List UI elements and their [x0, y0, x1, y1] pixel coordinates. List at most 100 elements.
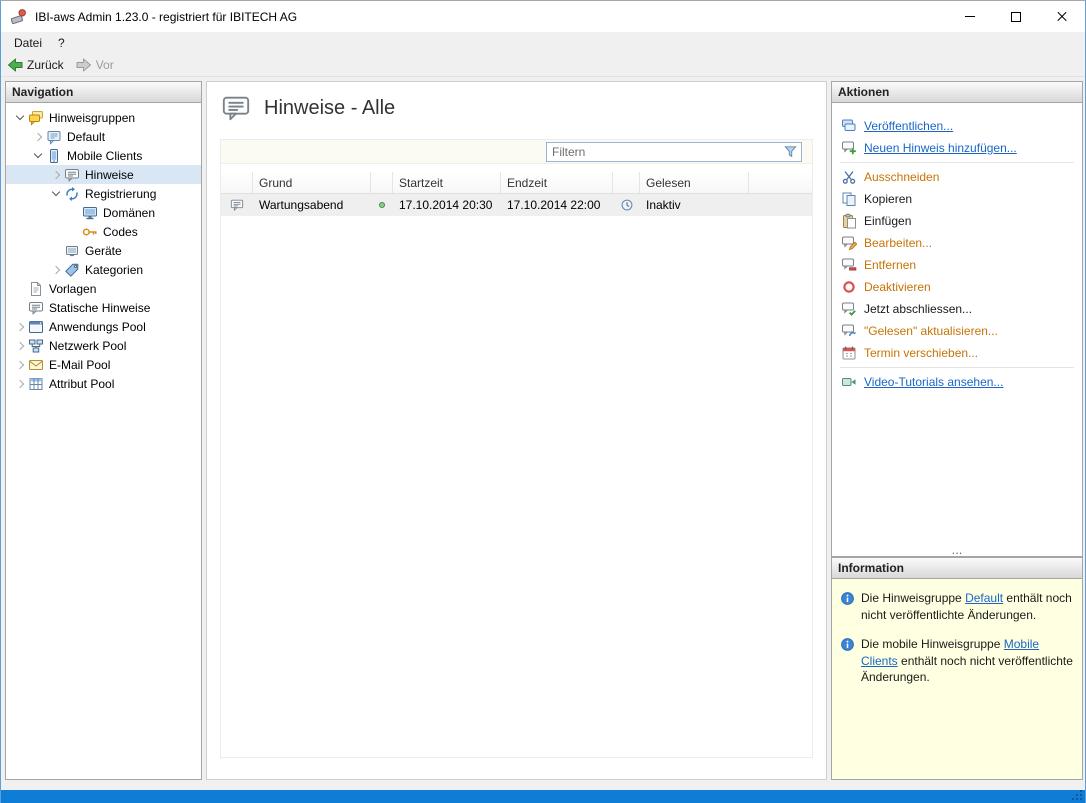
action-update-read[interactable]: "Gelesen" aktualisieren...	[832, 320, 1082, 342]
finish-now-icon	[841, 301, 857, 317]
back-button[interactable]: Zurück	[1, 54, 70, 76]
link-default-group[interactable]: Default	[965, 591, 1003, 605]
chevron-collapsed-icon[interactable]	[12, 319, 28, 335]
action-remove[interactable]: Entfernen	[832, 254, 1082, 276]
table-row-wartungsabend[interactable]: Wartungsabend 17.10.2014 20:30 17.10.201…	[221, 194, 812, 216]
row-type-cell	[221, 194, 253, 216]
tree-item-hinweise[interactable]: Hinweise	[6, 165, 201, 184]
action-add-hint[interactable]: Neuen Hinweis hinzufügen...	[832, 137, 1082, 159]
registration-sync-icon	[64, 186, 80, 202]
actions-header: Aktionen	[831, 81, 1083, 103]
navigation-header: Navigation	[5, 81, 202, 103]
panel-splitter[interactable]: ...	[832, 545, 1082, 555]
tree-item-email-pool[interactable]: E-Mail Pool	[6, 355, 201, 374]
actions-panel: Aktionen Veröffentlichen... Neuen Hinwei…	[831, 81, 1083, 557]
chevron-collapsed-icon[interactable]	[12, 357, 28, 373]
action-move-date[interactable]: Termin verschieben...	[832, 342, 1082, 364]
action-deactivate[interactable]: Deaktivieren	[832, 276, 1082, 298]
maximize-icon	[1011, 12, 1021, 22]
action-finish-now[interactable]: Jetzt abschliessen...	[832, 298, 1082, 320]
column-header-startzeit[interactable]: Startzeit	[393, 172, 501, 193]
tree-item-hinweisgruppen[interactable]: Hinweisgruppen	[6, 108, 201, 127]
hints-bubble-icon	[221, 93, 251, 123]
deactivate-icon	[841, 279, 857, 295]
filter-funnel-icon[interactable]	[783, 144, 798, 159]
column-header-gelesen-icon[interactable]	[613, 172, 640, 193]
menu-help[interactable]: ?	[50, 32, 73, 54]
column-header-filler	[749, 172, 812, 193]
tree-item-vorlagen[interactable]: Vorlagen	[6, 279, 201, 298]
action-paste[interactable]: Einfügen	[832, 210, 1082, 232]
action-video-tutorials[interactable]: Video-Tutorials ansehen...	[832, 371, 1082, 393]
network-pool-icon	[28, 338, 44, 354]
maximize-button[interactable]	[993, 1, 1039, 32]
actions-list: Veröffentlichen... Neuen Hinweis hinzufü…	[831, 103, 1083, 557]
information-list: Die Hinweisgruppe Default enthält noch n…	[831, 579, 1083, 780]
action-cut[interactable]: Ausschneiden	[832, 166, 1082, 188]
window-controls	[947, 1, 1085, 32]
hints-list: Grund Startzeit Endzeit Gelesen Wartungs…	[220, 139, 813, 758]
hints-bubble-icon	[64, 167, 80, 183]
row-filler	[749, 194, 812, 216]
domains-monitor-icon	[82, 205, 98, 221]
paste-icon	[841, 213, 857, 229]
app-logo-icon	[10, 8, 27, 25]
info-icon	[840, 591, 855, 606]
gelesen-status-cell	[613, 194, 640, 216]
tree-item-netzwerk-pool[interactable]: Netzwerk Pool	[6, 336, 201, 355]
tree-item-statische-hinweise[interactable]: Statische Hinweise	[6, 298, 201, 317]
chevron-expanded-icon[interactable]	[30, 148, 46, 164]
forward-button[interactable]: Vor	[70, 54, 120, 76]
hint-group-default-icon	[46, 129, 62, 145]
chevron-collapsed-icon[interactable]	[48, 167, 64, 183]
filter-input[interactable]	[547, 144, 783, 160]
devices-icon	[64, 243, 80, 259]
mobile-clients-icon	[46, 148, 62, 164]
chevron-collapsed-icon[interactable]	[30, 129, 46, 145]
status-cell	[371, 194, 393, 216]
column-header-icon[interactable]	[221, 172, 253, 193]
page-title: Hinweise - Alle	[264, 97, 395, 120]
column-header-grund[interactable]: Grund	[253, 172, 371, 193]
minimize-button[interactable]	[947, 1, 993, 32]
column-header-endzeit[interactable]: Endzeit	[501, 172, 613, 193]
toolbar: Zurück Vor	[1, 54, 1085, 77]
menu-datei[interactable]: Datei	[6, 32, 50, 54]
column-header-status[interactable]	[371, 172, 393, 193]
tree-item-domaenen[interactable]: Domänen	[6, 203, 201, 222]
tree-item-kategorien[interactable]: Kategorien	[6, 260, 201, 279]
tree-item-geraete[interactable]: Geräte	[6, 241, 201, 260]
edit-icon	[841, 235, 857, 251]
chevron-collapsed-icon[interactable]	[12, 376, 28, 392]
chevron-expanded-icon[interactable]	[12, 110, 28, 126]
gelesen-cell: Inaktiv	[640, 194, 749, 216]
chevron-expanded-icon[interactable]	[48, 186, 64, 202]
add-hint-icon	[841, 140, 857, 156]
tree-item-anwendungs-pool[interactable]: Anwendungs Pool	[6, 317, 201, 336]
content-header: Hinweise - Alle	[221, 93, 395, 123]
action-publish[interactable]: Veröffentlichen...	[832, 115, 1082, 137]
resize-grip[interactable]	[1080, 798, 1082, 800]
menubar: Datei ?	[1, 32, 1085, 54]
column-header-gelesen[interactable]: Gelesen	[640, 172, 749, 193]
copy-icon	[841, 191, 857, 207]
remove-icon	[841, 257, 857, 273]
publish-icon	[841, 118, 857, 134]
tree-item-mobile-clients[interactable]: Mobile Clients	[6, 146, 201, 165]
forward-label: Vor	[96, 58, 114, 72]
chevron-collapsed-icon[interactable]	[12, 338, 28, 354]
action-edit[interactable]: Bearbeiten...	[832, 232, 1082, 254]
chevron-collapsed-icon[interactable]	[48, 262, 64, 278]
table-header: Grund Startzeit Endzeit Gelesen	[221, 172, 812, 194]
minimize-icon	[965, 16, 975, 17]
tree-item-codes[interactable]: Codes	[6, 222, 201, 241]
chevron-placeholder	[66, 205, 82, 221]
action-copy[interactable]: Kopieren	[832, 188, 1082, 210]
templates-doc-icon	[28, 281, 44, 297]
tree-item-default[interactable]: Default	[6, 127, 201, 146]
info-item-default: Die Hinweisgruppe Default enthält noch n…	[840, 590, 1074, 623]
close-button[interactable]	[1039, 1, 1085, 32]
tree-item-attribut-pool[interactable]: Attribut Pool	[6, 374, 201, 393]
tree-item-registrierung[interactable]: Registrierung	[6, 184, 201, 203]
categories-tag-icon	[64, 262, 80, 278]
